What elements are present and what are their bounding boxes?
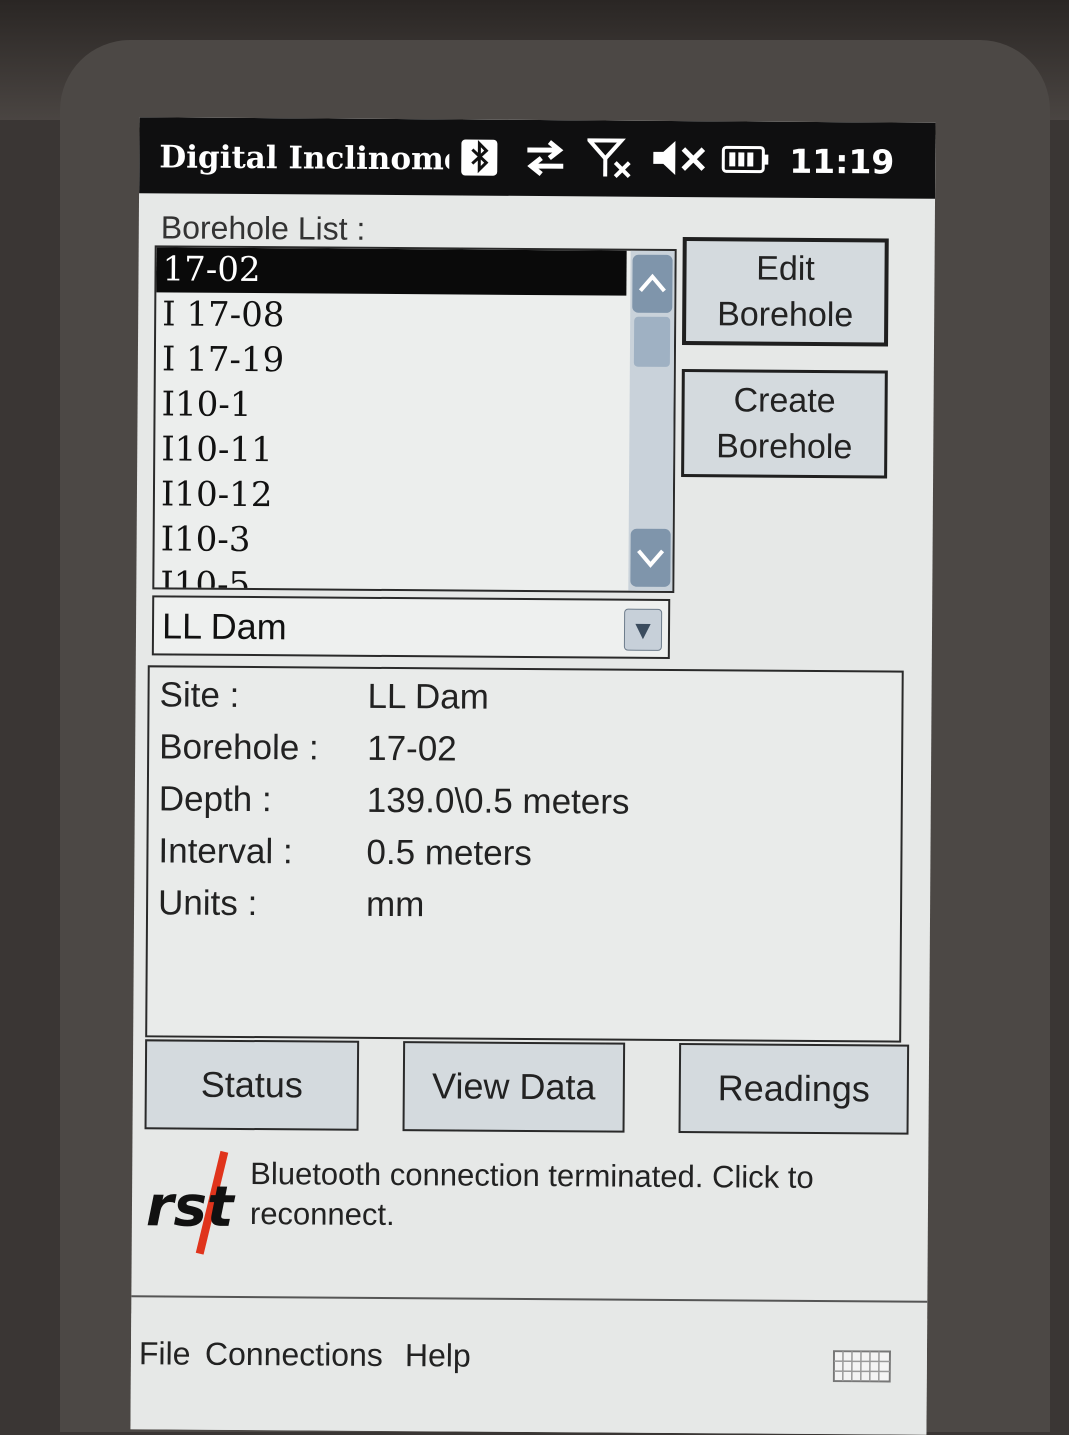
battery-icon[interactable] bbox=[721, 137, 769, 179]
depth-label: Depth : bbox=[159, 779, 272, 820]
app-title: Digital Inclinomet bbox=[159, 139, 449, 177]
create-borehole-label: Create Borehole bbox=[716, 377, 853, 470]
borehole-listbox[interactable]: 17-02 I 17-08 I 17-19 I10-1 I10-11 I10-1… bbox=[152, 245, 676, 593]
list-item[interactable]: I10-1 bbox=[155, 382, 625, 430]
interval-value: 0.5 meters bbox=[366, 833, 532, 874]
status-button[interactable]: Status bbox=[145, 1039, 360, 1130]
scroll-up-button[interactable] bbox=[632, 255, 672, 313]
site-value: LL Dam bbox=[367, 677, 489, 718]
edit-borehole-label: Edit Borehole bbox=[717, 245, 854, 338]
borehole-value: 17-02 bbox=[367, 729, 457, 770]
view-data-button[interactable]: View Data bbox=[403, 1041, 626, 1133]
bluetooth-icon[interactable] bbox=[459, 135, 499, 177]
menu-bar: File Connections Help bbox=[130, 1313, 927, 1435]
depth-value: 139.0\0.5 meters bbox=[367, 781, 630, 823]
clock[interactable]: 11:19 bbox=[789, 142, 894, 182]
edit-borehole-button[interactable]: Edit Borehole bbox=[682, 237, 889, 346]
chevron-down-icon bbox=[630, 529, 670, 587]
interval-label: Interval : bbox=[158, 831, 293, 872]
data-transfer-icon[interactable] bbox=[523, 136, 567, 178]
units-value: mm bbox=[366, 885, 425, 925]
list-item[interactable]: I10-11 bbox=[155, 427, 625, 475]
chevron-up-icon bbox=[632, 255, 672, 313]
list-item[interactable]: I10-5 bbox=[154, 562, 624, 593]
site-label: Site : bbox=[159, 675, 239, 716]
list-item[interactable]: I10-12 bbox=[155, 472, 625, 520]
menu-connections[interactable]: Connections bbox=[205, 1336, 383, 1374]
device-screen: Digital Inclinomet 11:19 Borehole bbox=[130, 117, 935, 1435]
list-item[interactable]: I 17-08 bbox=[156, 292, 626, 340]
borehole-list-items: 17-02 I 17-08 I 17-19 I10-1 I10-11 I10-1… bbox=[154, 247, 627, 593]
bluetooth-reconnect-link[interactable]: Bluetooth connection terminated. Click t… bbox=[250, 1154, 891, 1238]
units-label: Units : bbox=[158, 883, 257, 924]
list-item[interactable]: I10-3 bbox=[154, 517, 624, 565]
create-borehole-button[interactable]: Create Borehole bbox=[681, 369, 888, 478]
menubar-divider bbox=[131, 1295, 927, 1303]
borehole-label: Borehole : bbox=[159, 727, 319, 768]
menu-help[interactable]: Help bbox=[405, 1337, 471, 1374]
site-dropdown[interactable]: LL Dam ▼ bbox=[152, 595, 670, 659]
list-item[interactable]: I 17-19 bbox=[156, 337, 626, 385]
title-bar: Digital Inclinomet 11:19 bbox=[139, 117, 936, 199]
no-signal-icon[interactable] bbox=[587, 136, 633, 178]
keyboard-icon[interactable] bbox=[833, 1350, 891, 1382]
dropdown-arrow-icon[interactable]: ▼ bbox=[624, 609, 662, 651]
borehole-details-panel: Site : LL Dam Borehole : 17-02 Depth : 1… bbox=[145, 665, 904, 1042]
readings-button[interactable]: Readings bbox=[679, 1043, 910, 1135]
svg-text:rst: rst bbox=[146, 1174, 236, 1240]
rst-logo: rst bbox=[144, 1147, 241, 1258]
site-dropdown-value: LL Dam bbox=[162, 605, 287, 648]
list-item-selected[interactable]: 17-02 bbox=[156, 247, 626, 295]
scroll-thumb[interactable] bbox=[634, 317, 670, 367]
scroll-down-button[interactable] bbox=[630, 529, 670, 587]
volume-muted-icon[interactable] bbox=[649, 137, 709, 179]
list-scrollbar[interactable] bbox=[628, 251, 674, 591]
menu-file[interactable]: File bbox=[139, 1335, 191, 1372]
borehole-list-label: Borehole List : bbox=[161, 209, 366, 247]
